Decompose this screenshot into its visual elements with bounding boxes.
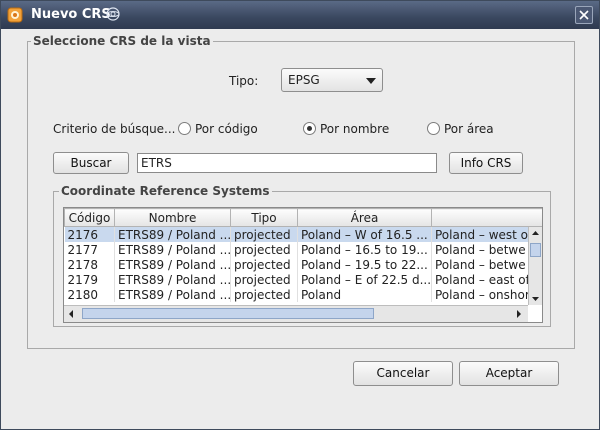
- cell-codigo: 2180: [64, 287, 115, 302]
- search-input[interactable]: ETRS: [137, 153, 437, 173]
- cell-area: Poland – 16.5 to 19...: [297, 242, 432, 257]
- cell-nombre: ETRS89 / Poland ...: [114, 272, 231, 287]
- scroll-left-icon[interactable]: [64, 306, 78, 322]
- radio-por-nombre-label[interactable]: Por nombre: [320, 122, 389, 136]
- cell-area: Poland – E of 22.5 d...: [297, 272, 432, 287]
- vertical-scrollbar[interactable]: [528, 227, 542, 305]
- cancel-button-label: Cancelar: [376, 366, 430, 380]
- crs-selection-group-label: Seleccione CRS de la vista: [31, 34, 213, 48]
- crs-table: Código Nombre Tipo Área 2176 ETRS89 / Po…: [64, 208, 542, 302]
- cell-codigo: 2176: [64, 226, 115, 242]
- app-icon: [7, 7, 23, 23]
- column-header-nombre[interactable]: Nombre: [114, 208, 231, 227]
- cell-nombre: ETRS89 / Poland ...: [114, 226, 231, 242]
- search-input-value: ETRS: [141, 156, 172, 170]
- table-row[interactable]: 2178 ETRS89 / Poland ... projected Polan…: [64, 257, 542, 272]
- accept-button[interactable]: Aceptar: [459, 361, 559, 386]
- radio-por-codigo-label[interactable]: Por código: [195, 122, 258, 136]
- accept-button-label: Aceptar: [485, 366, 533, 380]
- cell-area: Poland – 19.5 to 22...: [297, 257, 432, 272]
- column-header-extra[interactable]: [431, 208, 542, 227]
- info-crs-button-label: Info CRS: [460, 156, 512, 170]
- column-header-codigo[interactable]: Código: [64, 208, 115, 227]
- cell-area-full: Poland – onshor: [431, 287, 542, 302]
- cell-area-full: Poland – betwe: [431, 242, 542, 257]
- info-crs-button[interactable]: Info CRS: [449, 152, 523, 174]
- cell-tipo: projected: [230, 287, 298, 302]
- radio-selected-dot: [307, 126, 312, 131]
- horizontal-scroll-thumb[interactable]: [82, 308, 374, 319]
- table-row[interactable]: 2176 ETRS89 / Poland ... projected Polan…: [64, 226, 542, 242]
- tipo-select-value: EPSG: [288, 73, 320, 87]
- tipo-select[interactable]: EPSG: [281, 68, 383, 92]
- cell-tipo: projected: [230, 272, 298, 287]
- cell-tipo: projected: [230, 257, 298, 272]
- window-title: Nuevo CRS: [31, 7, 111, 22]
- cell-area-full: Poland – east of: [431, 272, 542, 287]
- buscar-button[interactable]: Buscar: [53, 152, 129, 174]
- cell-nombre: ETRS89 / Poland ...: [114, 242, 231, 257]
- cell-codigo: 2179: [64, 272, 115, 287]
- crs-table-container: Código Nombre Tipo Área 2176 ETRS89 / Po…: [63, 207, 543, 323]
- cell-nombre: ETRS89 / Poland ...: [114, 257, 231, 272]
- cell-nombre: ETRS89 / Poland ...: [114, 287, 231, 302]
- column-header-area[interactable]: Área: [297, 208, 432, 227]
- scroll-up-icon[interactable]: [529, 227, 542, 239]
- cell-codigo: 2177: [64, 242, 115, 257]
- radio-por-nombre[interactable]: [303, 122, 316, 135]
- radio-por-codigo[interactable]: [178, 122, 191, 135]
- criterio-label: Criterio de búsque...: [53, 122, 176, 136]
- horizontal-scrollbar[interactable]: [64, 305, 528, 322]
- scroll-right-icon[interactable]: [512, 306, 526, 322]
- dialog-window: Nuevo CRS Seleccione CRS de la vista Tip…: [0, 0, 600, 430]
- cell-tipo: projected: [230, 226, 298, 242]
- cell-area: Poland: [297, 287, 432, 302]
- title-bar[interactable]: Nuevo CRS: [1, 1, 599, 29]
- table-row[interactable]: 2180 ETRS89 / Poland ... projected Polan…: [64, 287, 542, 302]
- cell-tipo: projected: [230, 242, 298, 257]
- crs-list-group-label: Coordinate Reference Systems: [59, 184, 272, 198]
- close-button[interactable]: [575, 6, 593, 24]
- buscar-button-label: Buscar: [70, 156, 112, 170]
- cancel-button[interactable]: Cancelar: [353, 361, 453, 386]
- vertical-scroll-thumb[interactable]: [530, 243, 541, 257]
- tipo-label: Tipo:: [229, 74, 259, 88]
- cell-codigo: 2178: [64, 257, 115, 272]
- cell-area-full: Poland – west o: [431, 226, 542, 242]
- table-row[interactable]: 2179 ETRS89 / Poland ... projected Polan…: [64, 272, 542, 287]
- radio-por-area-label[interactable]: Por área: [444, 122, 494, 136]
- globe-logo-icon: [106, 7, 120, 21]
- column-header-tipo[interactable]: Tipo: [230, 208, 298, 227]
- radio-por-area[interactable]: [427, 122, 440, 135]
- table-header-row: Código Nombre Tipo Área: [64, 208, 542, 227]
- cell-area-full: Poland – betwe: [431, 257, 542, 272]
- scroll-down-icon[interactable]: [529, 293, 542, 305]
- table-row[interactable]: 2177 ETRS89 / Poland ... projected Polan…: [64, 242, 542, 257]
- close-icon: [579, 10, 589, 20]
- chevron-down-icon: [366, 78, 376, 84]
- cell-area: Poland – W of 16.5 ...: [297, 226, 432, 242]
